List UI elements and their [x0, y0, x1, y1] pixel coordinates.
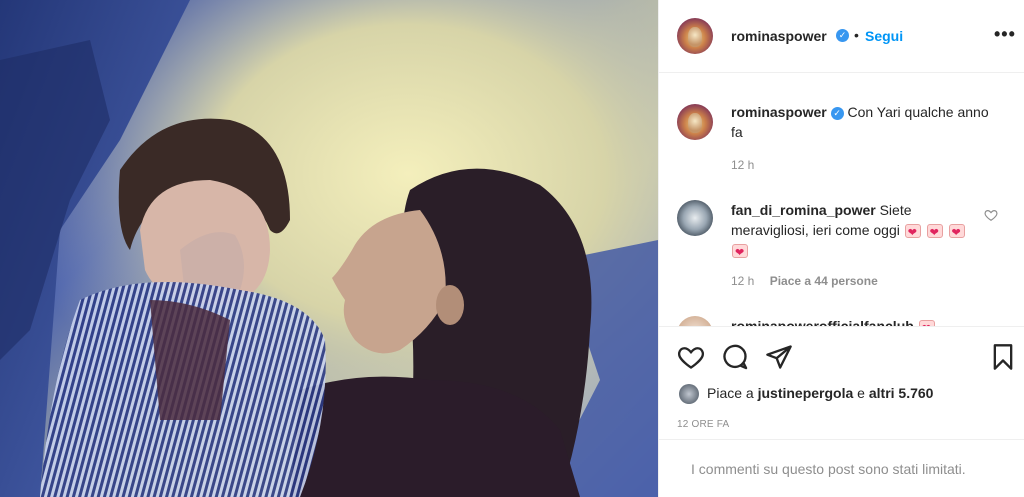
verified-badge-icon: ✓ — [836, 29, 849, 42]
comment-text-block: rominapowerofficialfanclub — [731, 316, 991, 326]
heart-emoji-icon — [948, 223, 965, 243]
comment-likes[interactable]: Piace a 44 persone — [770, 274, 878, 288]
likes-middle: e — [857, 385, 865, 401]
caption-time[interactable]: 12 h — [731, 158, 754, 172]
comments-limited-notice: I commenti su questo post sono stati lim… — [659, 439, 1024, 497]
heart-emoji-icon — [904, 223, 921, 243]
caption-username[interactable]: rominaspower — [731, 104, 827, 120]
comment-meta: 12 h Piace a 44 persone — [731, 274, 878, 288]
photo-illustration — [0, 0, 658, 497]
commenter-avatar[interactable] — [677, 316, 713, 326]
post-side-panel: rominaspower ✓ • Segui ••• rominaspower … — [658, 0, 1024, 497]
caption-item: rominaspower ✓ Con Yari qualche anno fa … — [659, 92, 1024, 182]
post-photo[interactable] — [0, 0, 658, 497]
bookmark-icon[interactable] — [989, 343, 1017, 371]
post-timestamp[interactable]: 12 ORE FA — [677, 419, 729, 430]
post-header: rominaspower ✓ • Segui ••• — [659, 0, 1024, 73]
comment-item: fan_di_romina_power Siete meravigliosi, … — [659, 198, 1024, 294]
comment-time[interactable]: 12 h — [731, 274, 754, 288]
instagram-post: rominaspower ✓ • Segui ••• rominaspower … — [0, 0, 1024, 497]
caption-meta: 12 h — [731, 158, 754, 172]
follow-button[interactable]: Segui — [865, 28, 903, 44]
comment-icon[interactable] — [721, 343, 749, 371]
caption-text-block: rominaspower ✓ Con Yari qualche anno fa — [731, 102, 991, 142]
author-avatar[interactable] — [677, 18, 713, 54]
author-username[interactable]: rominaspower — [731, 28, 827, 44]
share-icon[interactable] — [765, 343, 793, 371]
heart-icon[interactable] — [677, 343, 705, 371]
post-actions: Piace a justinepergola e altri 5.760 12 … — [659, 326, 1024, 438]
header-separator: • — [854, 27, 859, 43]
commenter-avatar[interactable] — [677, 200, 713, 236]
likes-user[interactable]: justinepergola — [758, 385, 854, 401]
more-options-icon[interactable]: ••• — [994, 24, 1016, 45]
liker-avatar[interactable] — [679, 384, 699, 404]
likes-prefix: Piace a — [707, 385, 754, 401]
limited-notice-text: I commenti su questo post sono stati lim… — [691, 461, 966, 477]
commenter-username[interactable]: rominapowerofficialfanclub — [731, 318, 914, 326]
likes-summary[interactable]: Piace a justinepergola e altri 5.760 — [707, 385, 933, 401]
caption-avatar[interactable] — [677, 104, 713, 140]
likes-others[interactable]: altri 5.760 — [869, 385, 934, 401]
comments-list[interactable]: rominaspower ✓ Con Yari qualche anno fa … — [659, 74, 1024, 326]
verified-badge-icon: ✓ — [830, 106, 844, 120]
comment-text-block: fan_di_romina_power Siete meravigliosi, … — [731, 200, 971, 263]
comment-item: rominapowerofficialfanclub — [659, 314, 1024, 326]
heart-emoji-icon — [926, 223, 943, 243]
like-comment-heart-icon[interactable] — [984, 208, 998, 222]
commenter-username[interactable]: fan_di_romina_power — [731, 202, 876, 218]
heart-emoji-icon — [732, 243, 748, 263]
